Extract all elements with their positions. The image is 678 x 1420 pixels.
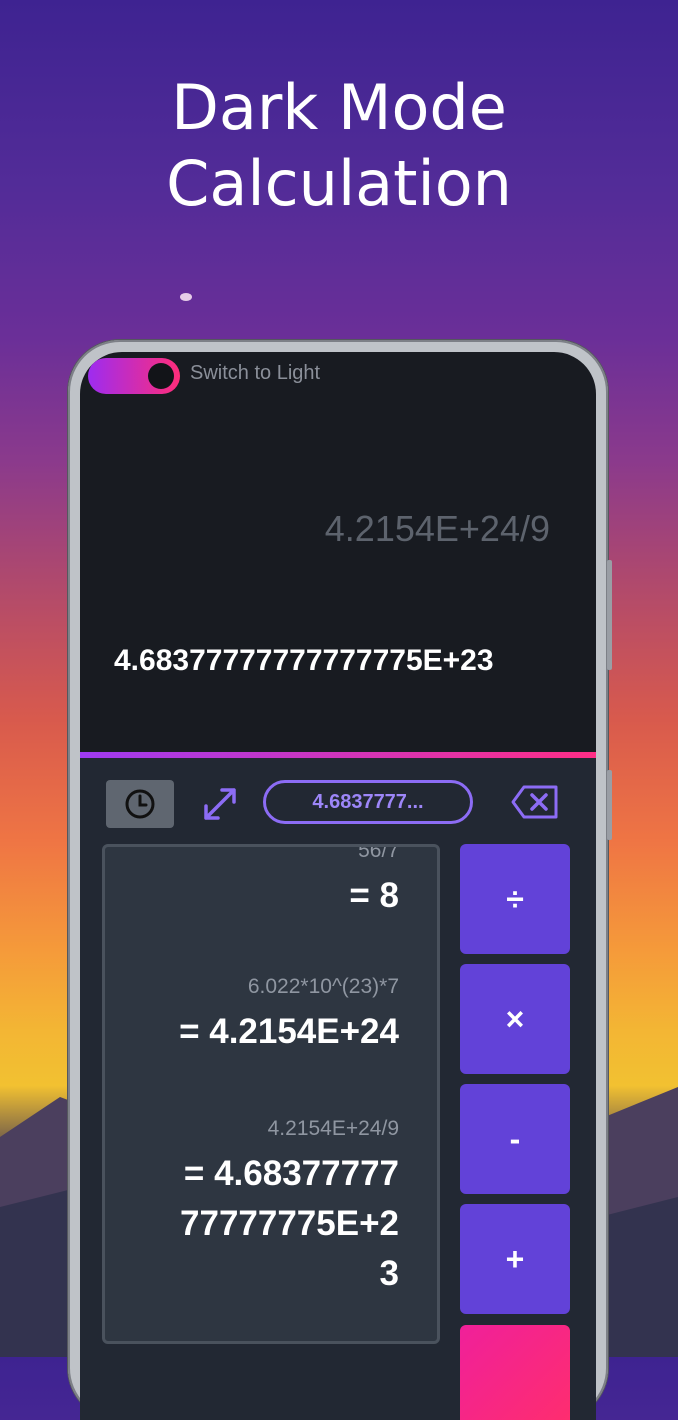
history-button[interactable] [106, 780, 174, 828]
headline: Dark Mode Calculation [0, 70, 678, 222]
history-result: = 8 [349, 876, 399, 915]
add-button[interactable]: + [460, 1204, 570, 1314]
equals-button[interactable] [460, 1325, 570, 1420]
history-panel[interactable]: 56/7 = 8 6.022*10^(23)*7 = 4.2154E+24 4.… [102, 844, 440, 1344]
calculator-screen: Switch to Light 4.2154E+24/9 4.683777777… [80, 352, 596, 1420]
history-item[interactable]: 6.022*10^(23)*7 = 4.2154E+24 [179, 975, 399, 1057]
history-result-line-1: = 4.68377777 [183, 1154, 399, 1193]
keypad-area: 4.6837777... 56/7 = 8 6.022*10^(23)*7 = … [80, 758, 596, 1420]
subtract-button[interactable]: - [460, 1084, 570, 1194]
history-item[interactable]: 56/7 = 8 [349, 844, 399, 921]
headline-line-2: Calculation [166, 147, 512, 220]
headline-line-1: Dark Mode [171, 71, 507, 144]
history-expression: 56/7 [358, 844, 399, 862]
decorative-dot [180, 293, 192, 301]
phone-frame: Switch to Light 4.2154E+24/9 4.683777777… [68, 340, 612, 1420]
theme-toggle[interactable] [88, 358, 180, 394]
history-result-line-3: 3 [379, 1254, 399, 1293]
expression-display: 4.2154E+24/9 [324, 508, 550, 549]
theme-toggle-label: Switch to Light [190, 362, 321, 384]
toggle-knob [148, 363, 174, 389]
clock-icon [125, 789, 155, 819]
divide-button[interactable]: ÷ [460, 844, 570, 954]
backspace-icon[interactable] [510, 784, 560, 820]
history-expression: 6.022*10^(23)*7 [247, 975, 399, 998]
multiply-button[interactable]: × [460, 964, 570, 1074]
result-display: 4.68377777777777775E+23 [114, 644, 494, 677]
phone-side-button [607, 770, 612, 840]
history-item[interactable]: 4.2154E+24/9 = 4.68377777 77777775E+2 3 [180, 1117, 399, 1299]
history-result: = 4.2154E+24 [179, 1012, 399, 1051]
history-result-line-2: 77777775E+2 [180, 1204, 399, 1243]
expand-arrows-icon[interactable] [200, 784, 240, 824]
phone-side-button [607, 560, 612, 670]
result-pill[interactable]: 4.6837777... [263, 780, 473, 824]
history-expression: 4.2154E+24/9 [267, 1117, 399, 1140]
